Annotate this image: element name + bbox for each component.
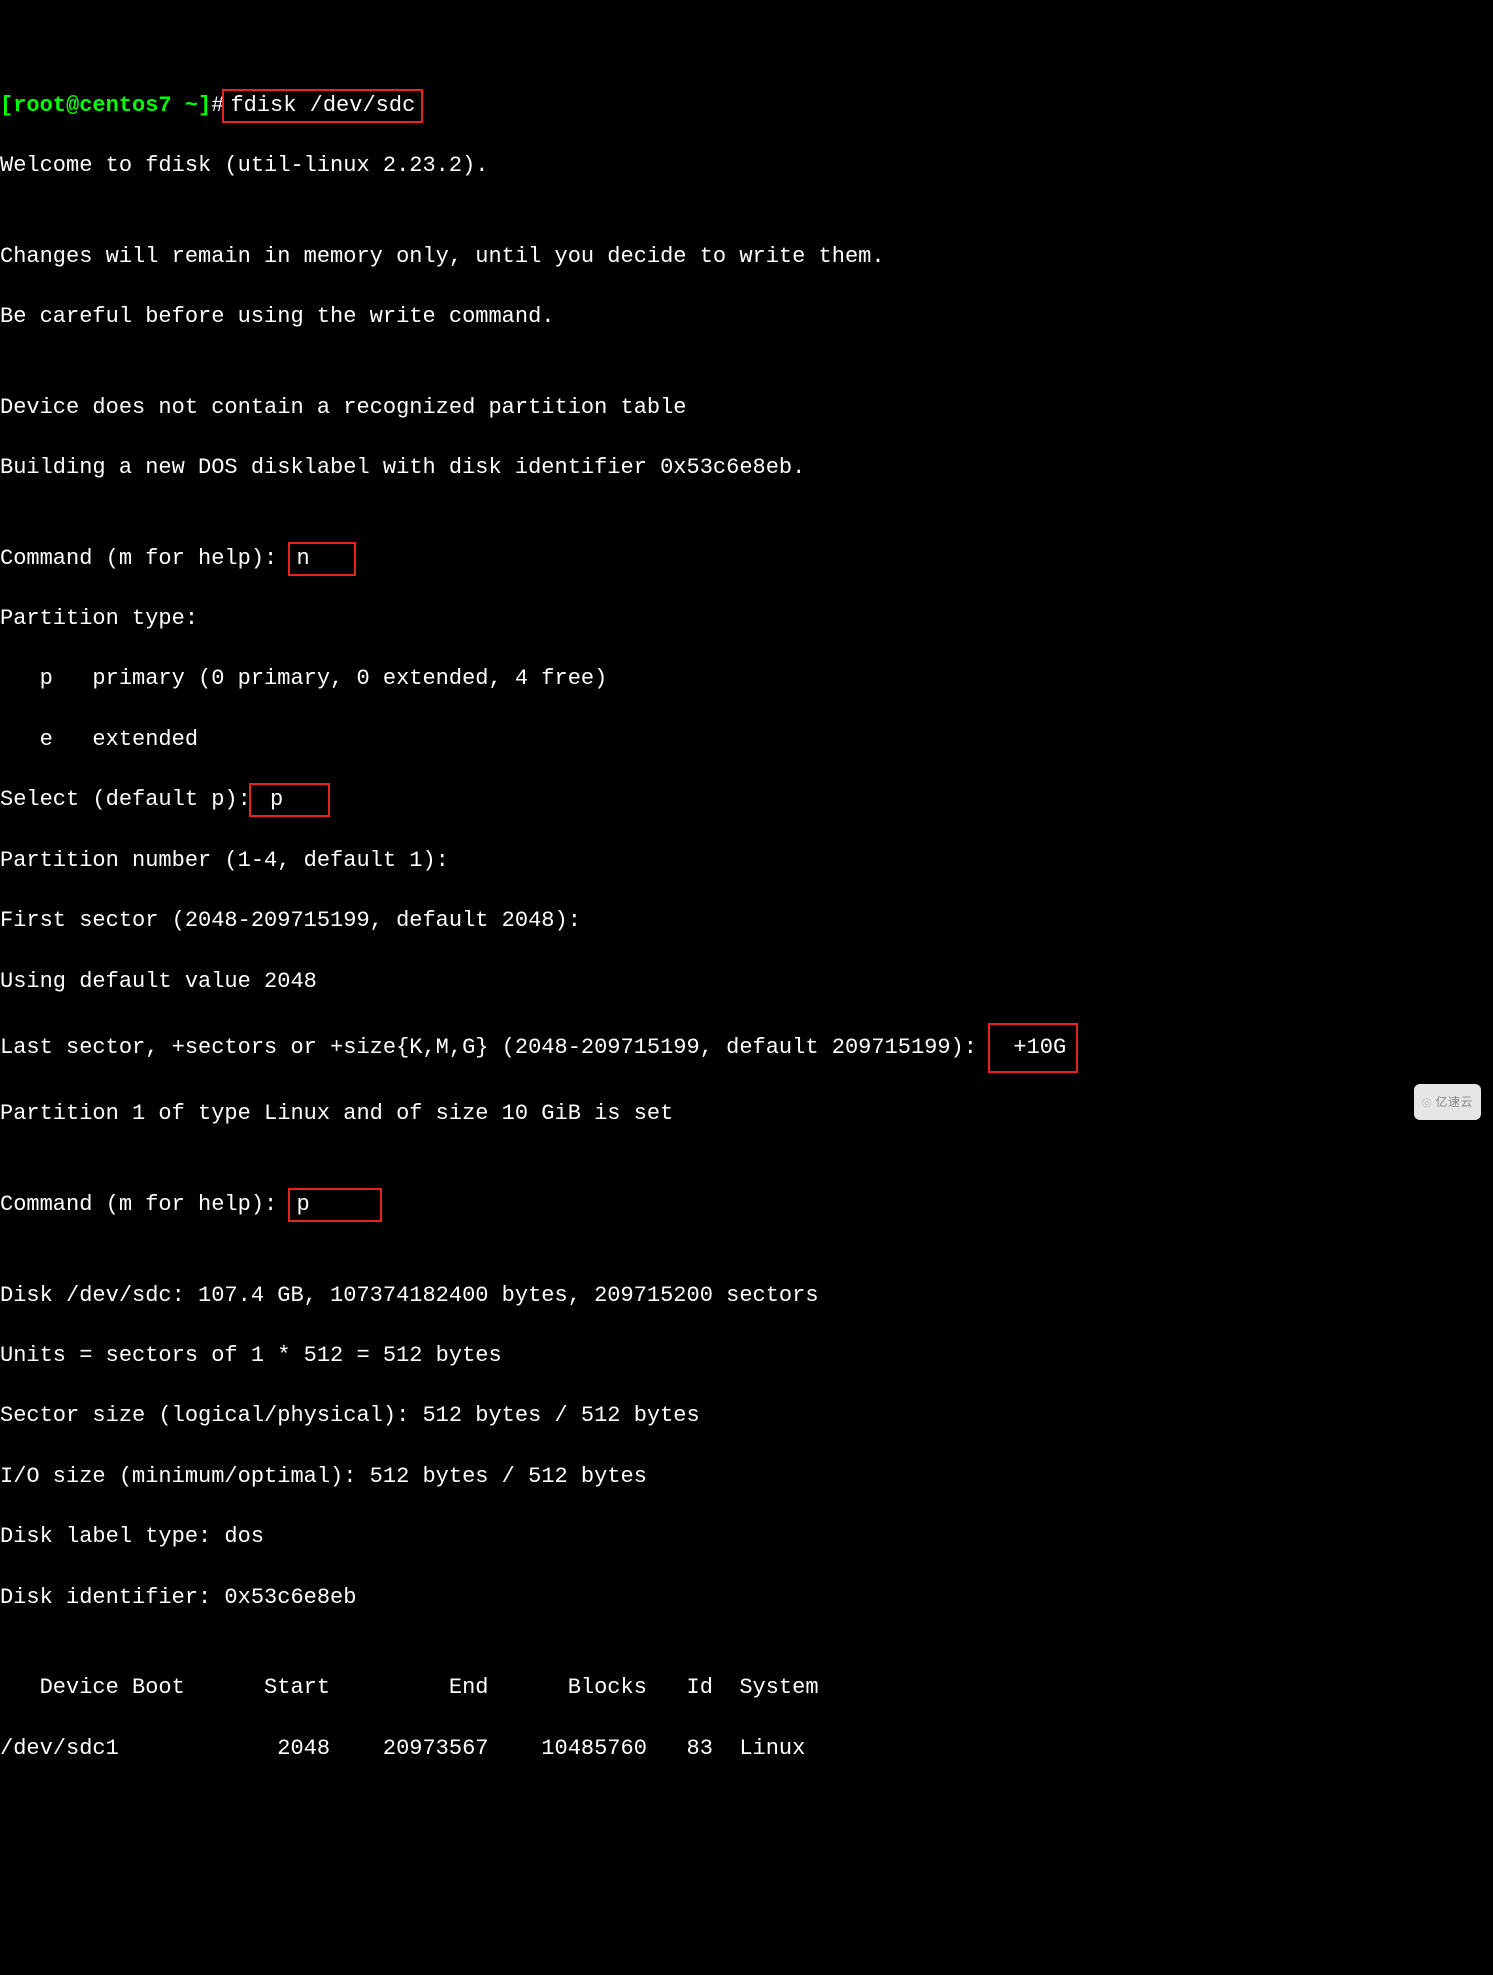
select-default-line[interactable]: Select (default p): p [0,785,1493,815]
prompt-line[interactable]: [root@centos7 ~]#fdisk /dev/sdc [0,91,1493,121]
cmd-help-prompt: Command (m for help): [0,546,290,571]
careful-line: Be careful before using the write comman… [0,302,1493,332]
using-default-line: Using default value 2048 [0,967,1493,997]
cmd-help-line-1[interactable]: Command (m for help): n [0,544,1493,574]
disk-line: Disk /dev/sdc: 107.4 GB, 107374182400 by… [0,1281,1493,1311]
input-n-box: n [288,542,356,576]
device-line: Device does not contain a recognized par… [0,393,1493,423]
input-p2-box: p [288,1188,382,1222]
disk-label-line: Disk label type: dos [0,1522,1493,1552]
watermark-icon: ◎ [1422,1095,1433,1109]
table-header: Device Boot Start End Blocks Id System [0,1673,1493,1703]
command-text: fdisk /dev/sdc [230,93,415,118]
input-10g: +10G [1000,1035,1066,1060]
units-line: Units = sectors of 1 * 512 = 512 bytes [0,1341,1493,1371]
input-p2: p [296,1192,362,1217]
command-input-box: fdisk /dev/sdc [222,89,423,123]
input-p1: p [257,787,310,812]
last-sector-line[interactable]: Last sector, +sectors or +size{K,M,G} (2… [0,1027,1493,1069]
input-p-box: p [249,783,330,817]
table-row: /dev/sdc1 2048 20973567 10485760 83 Linu… [0,1734,1493,1764]
input-10g-box: +10G [988,1023,1078,1073]
last-sector-text: Last sector, +sectors or +size{K,M,G} (2… [0,1035,977,1060]
watermark-text: 亿速云 [1435,1095,1473,1109]
first-sector-line[interactable]: First sector (2048-209715199, default 20… [0,906,1493,936]
cmd-help-prompt-2: Command (m for help): [0,1192,290,1217]
prompt-user-host: [root@centos7 ~] [0,93,211,118]
changes-line: Changes will remain in memory only, unti… [0,242,1493,272]
partition-number-line[interactable]: Partition number (1-4, default 1): [0,846,1493,876]
partition-type-header: Partition type: [0,604,1493,634]
sector-size-line: Sector size (logical/physical): 512 byte… [0,1401,1493,1431]
partition-type-extended: e extended [0,725,1493,755]
partition-set-line: Partition 1 of type Linux and of size 10… [0,1099,1493,1129]
input-n: n [296,546,336,571]
partition-type-primary: p primary (0 primary, 0 extended, 4 free… [0,664,1493,694]
select-default-text: Select (default p): [0,787,251,812]
building-line: Building a new DOS disklabel with disk i… [0,453,1493,483]
disk-id-line: Disk identifier: 0x53c6e8eb [0,1583,1493,1613]
watermark-badge: ◎亿速云 [1414,1084,1482,1120]
welcome-line: Welcome to fdisk (util-linux 2.23.2). [0,151,1493,181]
cmd-help-line-2[interactable]: Command (m for help): p [0,1190,1493,1220]
io-size-line: I/O size (minimum/optimal): 512 bytes / … [0,1462,1493,1492]
